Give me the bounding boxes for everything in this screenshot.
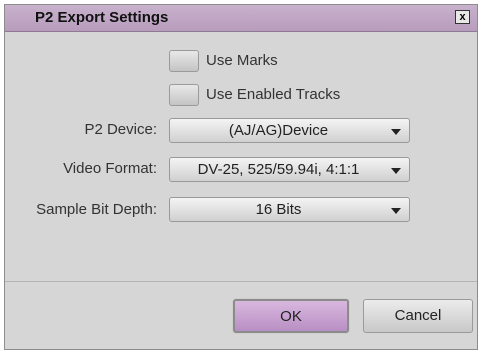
dialog-title: P2 Export Settings bbox=[35, 9, 169, 26]
video-format-select[interactable]: DV-25, 525/59.94i, 4:1:1 bbox=[169, 157, 410, 182]
use-marks-checkbox[interactable] bbox=[169, 50, 199, 72]
sample-bit-depth-value: 16 Bits bbox=[255, 201, 302, 218]
chevron-down-icon bbox=[391, 208, 401, 214]
p2-device-select[interactable]: (AJ/AG)Device bbox=[169, 118, 410, 143]
p2-device-label: P2 Device: bbox=[84, 121, 157, 138]
button-divider bbox=[5, 281, 477, 282]
use-marks-label[interactable]: Use Marks bbox=[206, 52, 278, 69]
chevron-down-icon bbox=[391, 168, 401, 174]
use-enabled-tracks-checkbox[interactable] bbox=[169, 84, 199, 106]
chevron-down-icon bbox=[391, 129, 401, 135]
sample-bit-depth-select[interactable]: 16 Bits bbox=[169, 197, 410, 222]
title-bar[interactable]: P2 Export Settings x bbox=[5, 5, 477, 32]
p2-export-settings-dialog: P2 Export Settings x Use Marks Use Enabl… bbox=[4, 4, 478, 350]
sample-bit-depth-label: Sample Bit Depth: bbox=[36, 201, 157, 218]
use-enabled-tracks-label[interactable]: Use Enabled Tracks bbox=[206, 86, 340, 103]
video-format-label: Video Format: bbox=[63, 160, 157, 177]
ok-button[interactable]: OK bbox=[233, 299, 349, 333]
p2-device-value: (AJ/AG)Device bbox=[228, 122, 329, 139]
close-icon[interactable]: x bbox=[455, 10, 470, 24]
video-format-value: DV-25, 525/59.94i, 4:1:1 bbox=[197, 161, 360, 178]
cancel-button[interactable]: Cancel bbox=[363, 299, 473, 333]
